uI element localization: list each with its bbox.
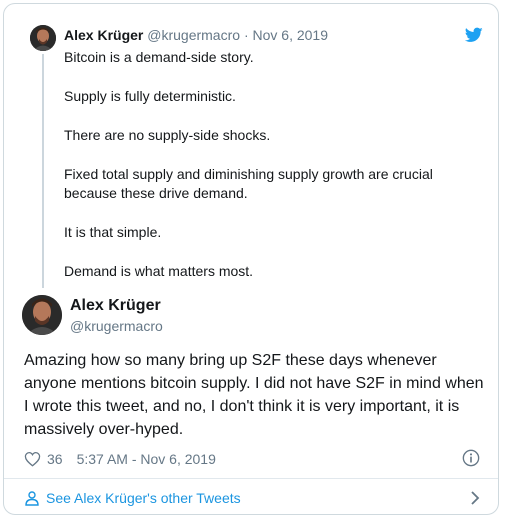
twitter-bird-icon[interactable] (465, 27, 483, 43)
quoted-separator: · (243, 27, 249, 43)
other-tweets-footer[interactable]: See Alex Krüger's other Tweets (4, 479, 498, 514)
quoted-paragraph: It is that simple. (64, 224, 162, 240)
author-handle[interactable]: @krugermacro (70, 318, 163, 334)
quoted-avatar[interactable] (30, 25, 56, 51)
like-count[interactable]: 36 (47, 451, 63, 467)
user-icon (25, 491, 39, 506)
thread-line (42, 54, 44, 288)
avatar[interactable] (22, 295, 62, 335)
info-icon[interactable] (462, 449, 480, 467)
chevron-right-icon[interactable] (470, 490, 480, 506)
quoted-header: Alex Krüger @krugermacro · Nov 6, 2019 (64, 27, 328, 43)
quoted-author-handle[interactable]: @krugermacro (147, 27, 240, 43)
quoted-paragraph: Supply is fully deterministic. (64, 88, 236, 104)
tweet-text: Amazing how so many bring up S2F these d… (24, 352, 484, 438)
quoted-paragraph: Bitcoin is a demand-side story. (64, 49, 254, 65)
heart-icon[interactable] (24, 451, 41, 467)
see-other-tweets-link[interactable]: See Alex Krüger's other Tweets (46, 490, 241, 506)
quoted-author-name[interactable]: Alex Krüger (64, 27, 143, 43)
tweet-meta: 36 5:37 AM - Nov 6, 2019 (24, 449, 216, 469)
tweet-timestamp[interactable]: 5:37 AM - Nov 6, 2019 (77, 451, 216, 467)
quoted-paragraph: There are no supply-side shocks. (64, 127, 271, 143)
quoted-tweet-text: Bitcoin is a demand-side story. Supply i… (64, 48, 484, 301)
quoted-paragraph: Fixed total supply and diminishing suppl… (64, 166, 433, 201)
quoted-paragraph: Demand is what matters most. (64, 263, 254, 279)
quoted-date[interactable]: Nov 6, 2019 (253, 27, 329, 43)
author-name[interactable]: Alex Krüger (70, 297, 161, 315)
embedded-tweet-card: Alex Krüger @krugermacro · Nov 6, 2019 B… (3, 3, 499, 515)
